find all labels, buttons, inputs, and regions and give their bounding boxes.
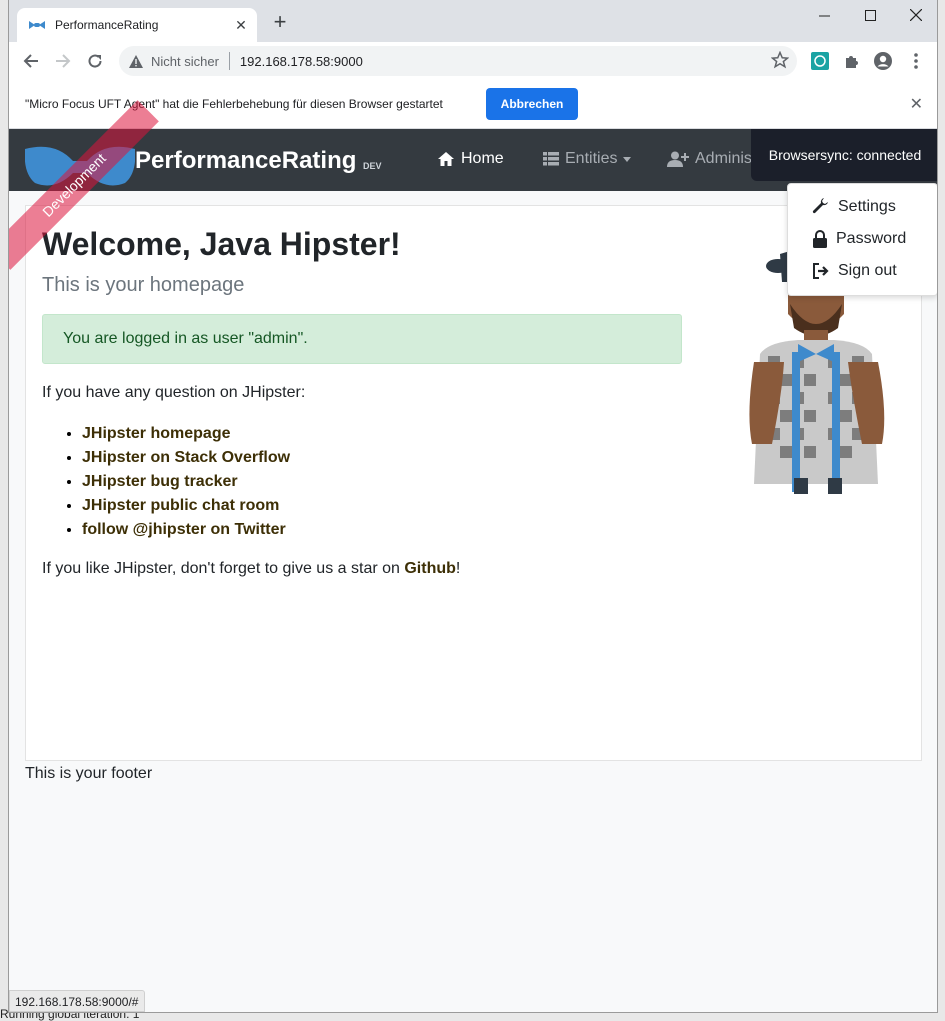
url-text: 192.168.178.58:9000 <box>239 53 363 69</box>
address-bar[interactable]: Nicht sicher 192.168.178.58:9000 <box>119 46 797 76</box>
back-arrow-icon <box>23 54 38 68</box>
list-item: JHipster public chat room <box>82 494 290 518</box>
not-secure-label: Nicht sicher <box>151 53 219 69</box>
reload-button[interactable] <box>81 47 109 75</box>
minimize-icon <box>818 15 830 16</box>
page-footer: This is your footer <box>25 765 153 782</box>
reload-icon <box>88 54 102 68</box>
tab-close-icon[interactable]: ✕ <box>229 17 253 34</box>
infobar-close-icon[interactable]: ✕ <box>910 94 923 114</box>
env-badge: DEV <box>363 161 382 171</box>
user-plus-icon <box>667 151 689 167</box>
puzzle-icon[interactable] <box>842 51 862 71</box>
menu-item-signout-label: Sign out <box>838 262 897 279</box>
stack-overflow-link[interactable]: JHipster on Stack Overflow <box>82 449 290 466</box>
abort-button[interactable]: Abbrechen <box>486 88 578 120</box>
twitter-link[interactable]: follow @jhipster on Twitter <box>82 521 286 538</box>
menu-kebab-icon[interactable] <box>906 51 926 71</box>
star-prefix: If you like JHipster, don't forget to gi… <box>42 560 405 577</box>
maximize-icon <box>864 9 876 21</box>
nav-administration-label: Adminis <box>695 150 752 167</box>
menu-item-password[interactable]: Password <box>812 230 906 248</box>
page-title: Welcome, Java Hipster! <box>42 226 401 262</box>
extension-icon[interactable] <box>810 51 830 71</box>
nav-administration[interactable]: Adminis <box>667 150 752 168</box>
lock-icon <box>813 230 827 248</box>
sign-out-icon <box>813 263 829 279</box>
github-link[interactable]: Github <box>404 560 456 577</box>
caret-down-icon <box>623 156 632 162</box>
login-status-alert: You are logged in as user "admin". <box>42 314 682 364</box>
new-tab-button[interactable]: + <box>267 10 293 36</box>
browser-toolbar: Nicht sicher 192.168.178.58:9000 <box>9 42 937 80</box>
chat-room-link[interactable]: JHipster public chat room <box>82 497 279 514</box>
jhipster-homepage-link[interactable]: JHipster homepage <box>82 425 230 442</box>
nav-entities-label: Entities <box>565 150 618 167</box>
address-separator <box>228 52 230 70</box>
forward-arrow-icon <box>56 54 71 68</box>
links-list: JHipster homepage JHipster on Stack Over… <box>82 422 290 542</box>
maximize-button[interactable] <box>847 0 893 30</box>
browsersync-notification: Browsersync: connected <box>751 129 937 181</box>
star-suffix: ! <box>455 560 461 577</box>
wrench-icon <box>812 198 828 214</box>
menu-item-password-label: Password <box>836 230 907 247</box>
forward-button[interactable] <box>49 47 77 75</box>
tab-strip: PerformanceRating ✕ + <box>9 0 937 42</box>
browser-window: PerformanceRating ✕ + Nicht sicher 192.1… <box>8 0 938 1013</box>
nav-entities[interactable]: Entities <box>543 150 632 168</box>
close-window-button[interactable] <box>893 0 937 30</box>
profile-icon[interactable] <box>873 51 893 71</box>
brand-title[interactable]: PerformanceRating <box>135 147 356 175</box>
tab-title: PerformanceRating <box>55 18 159 32</box>
browser-tab[interactable]: PerformanceRating ✕ <box>17 8 257 42</box>
list-item: JHipster on Stack Overflow <box>82 446 290 470</box>
account-dropdown-menu: Settings Password Sign out <box>787 183 937 296</box>
home-icon <box>438 152 454 166</box>
infobar-message: "Micro Focus UFT Agent" hat die Fehlerbe… <box>25 97 443 111</box>
list-item: JHipster homepage <box>82 422 290 446</box>
menu-item-signout[interactable]: Sign out <box>812 262 897 280</box>
close-icon <box>910 9 922 21</box>
bookmark-star-icon[interactable] <box>771 51 789 69</box>
minimize-button[interactable] <box>801 0 847 30</box>
nav-home[interactable]: Home <box>437 150 504 168</box>
menu-item-settings-label: Settings <box>838 198 896 215</box>
list-item: follow @jhipster on Twitter <box>82 518 290 542</box>
status-bar-url: 192.168.178.58:9000/# <box>9 990 146 1012</box>
list-item: JHipster bug tracker <box>82 470 290 494</box>
question-text: If you have any question on JHipster: <box>42 384 306 401</box>
bug-tracker-link[interactable]: JHipster bug tracker <box>82 473 238 490</box>
page-subtitle: This is your homepage <box>42 274 245 296</box>
favicon-icon <box>29 21 45 29</box>
back-button[interactable] <box>17 47 45 75</box>
table-list-icon <box>543 152 559 166</box>
github-star-text: If you like JHipster, don't forget to gi… <box>42 560 460 578</box>
warning-icon <box>129 54 143 68</box>
menu-item-settings[interactable]: Settings <box>812 198 896 216</box>
nav-home-label: Home <box>461 150 504 167</box>
